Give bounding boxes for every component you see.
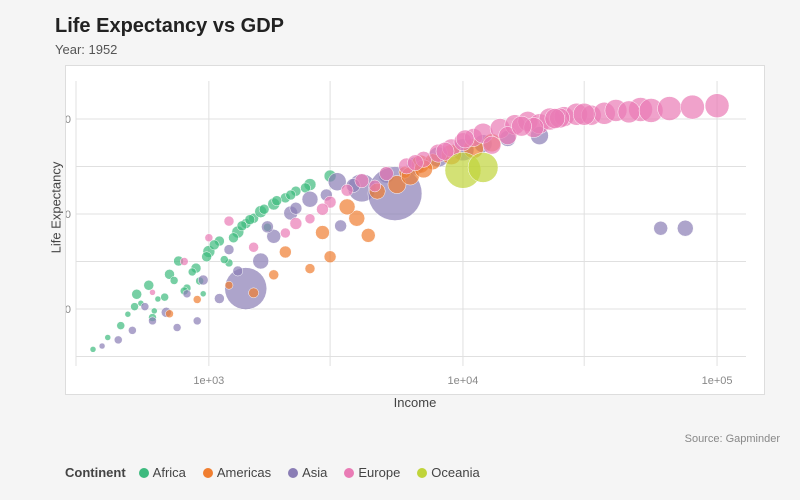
legend-item-oceania: Oceania bbox=[417, 465, 479, 480]
svg-text:40: 40 bbox=[66, 304, 71, 316]
svg-text:80: 80 bbox=[66, 114, 71, 126]
legend-item-europe: Europe bbox=[344, 465, 400, 480]
asia-dot bbox=[288, 468, 298, 478]
oceania-dot bbox=[417, 468, 427, 478]
africa-dot bbox=[139, 468, 149, 478]
svg-text:1e+04: 1e+04 bbox=[448, 375, 479, 387]
source-text: Source: Gapminder bbox=[685, 433, 780, 445]
y-axis-label: Life Expectancy bbox=[48, 162, 63, 254]
svg-text:1e+05: 1e+05 bbox=[702, 375, 733, 387]
chart-title: Life Expectancy vs GDP bbox=[55, 15, 284, 38]
legend-oceania-label: Oceania bbox=[431, 465, 479, 480]
legend-item-asia: Asia bbox=[288, 465, 327, 480]
chart-subtitle: Year: 1952 bbox=[55, 42, 117, 57]
legend-europe-label: Europe bbox=[358, 465, 400, 480]
legend-item-americas: Americas bbox=[203, 465, 271, 480]
legend-americas-label: Americas bbox=[217, 465, 271, 480]
legend-label: Continent bbox=[65, 465, 126, 480]
legend: Continent Africa Americas Asia Europe Oc… bbox=[65, 465, 492, 480]
chart-container: Life Expectancy vs GDP Year: 1952 Life E… bbox=[0, 0, 800, 500]
americas-dot bbox=[203, 468, 213, 478]
legend-item-africa: Africa bbox=[139, 465, 186, 480]
europe-dot bbox=[344, 468, 354, 478]
x-axis-label: Income bbox=[65, 395, 765, 410]
chart-area: 40 60 80 1e+03 1e+04 1e+05 bbox=[65, 65, 765, 395]
legend-africa-label: Africa bbox=[153, 465, 186, 480]
svg-text:1e+03: 1e+03 bbox=[193, 375, 224, 387]
legend-asia-label: Asia bbox=[302, 465, 327, 480]
svg-text:60: 60 bbox=[66, 209, 71, 221]
